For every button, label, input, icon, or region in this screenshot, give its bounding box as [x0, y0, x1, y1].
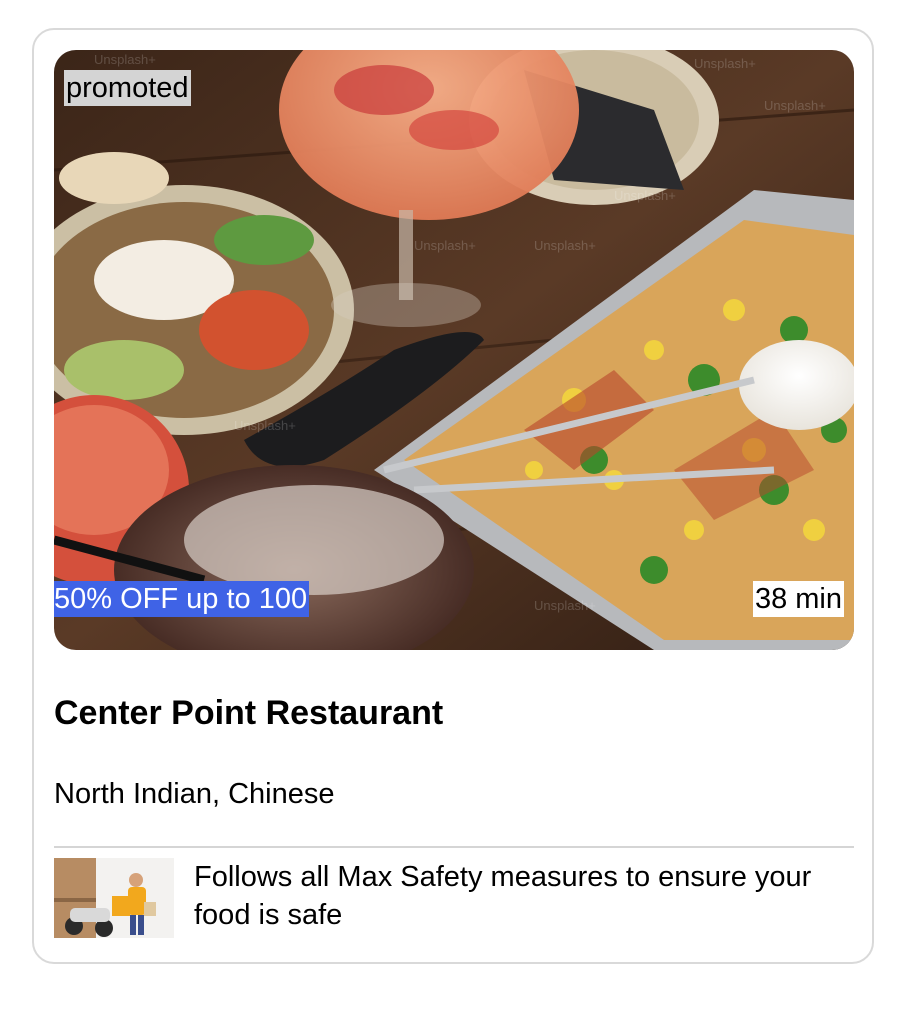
restaurant-name[interactable]: Center Point Restaurant — [54, 694, 443, 733]
divider — [54, 846, 854, 848]
svg-text:Unsplash+: Unsplash+ — [94, 52, 156, 67]
food-photo: Unsplash+ Unsplash+ Unsplash+ Unsplash+ … — [54, 50, 854, 650]
svg-text:Unsplash+: Unsplash+ — [534, 238, 596, 253]
restaurant-card[interactable]: Unsplash+ Unsplash+ Unsplash+ Unsplash+ … — [32, 28, 874, 964]
promoted-badge: promoted — [64, 70, 191, 106]
offer-badge: 50% OFF up to 100 — [54, 581, 310, 617]
svg-text:Unsplash+: Unsplash+ — [534, 598, 596, 613]
svg-text:Unsplash+: Unsplash+ — [414, 238, 476, 253]
cuisine-list: North Indian, Chinese — [54, 778, 335, 810]
delivery-time-badge: 38 min — [752, 581, 844, 617]
safety-delivery-image — [54, 858, 174, 938]
restaurant-hero-image[interactable]: Unsplash+ Unsplash+ Unsplash+ Unsplash+ … — [54, 50, 854, 650]
svg-text:Unsplash+: Unsplash+ — [614, 188, 676, 203]
svg-text:Unsplash+: Unsplash+ — [234, 418, 296, 433]
safety-message: Follows all Max Safety measures to ensur… — [194, 861, 812, 931]
svg-text:Unsplash+: Unsplash+ — [764, 98, 826, 113]
svg-text:Unsplash+: Unsplash+ — [694, 56, 756, 71]
